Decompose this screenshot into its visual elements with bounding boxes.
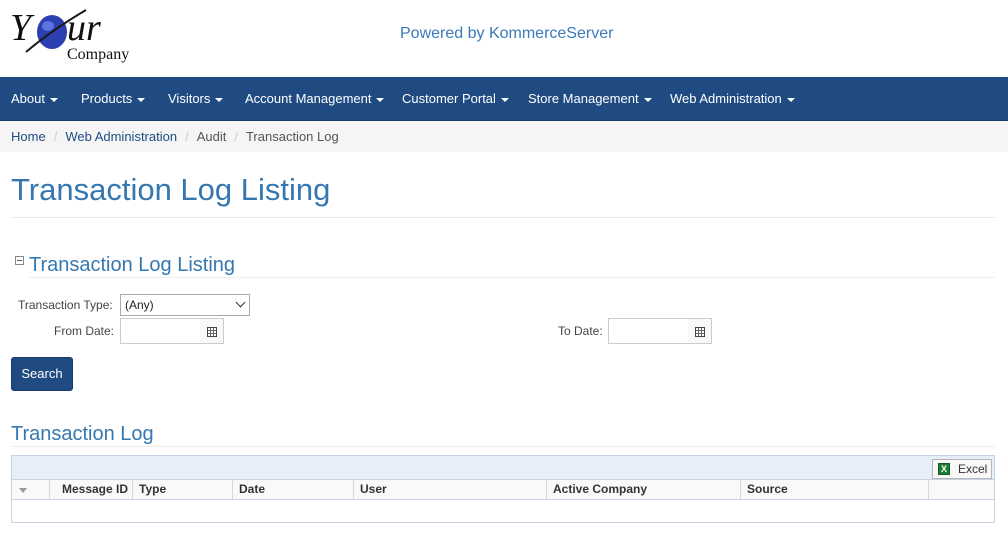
column-header-type[interactable]: Type [133,480,233,499]
breadcrumb-web-administration[interactable]: Web Administration [65,129,177,144]
chevron-down-icon [500,97,509,102]
nav-products[interactable]: Products [81,77,146,121]
nav-web-administration[interactable]: Web Administration [670,77,795,121]
transaction-log-title: Transaction Log [11,423,154,445]
nav-products-label: Products [81,91,133,106]
powered-by-text: Powered by KommerceServer [400,25,614,42]
excel-export-button[interactable]: Excel [932,459,992,479]
to-date-label: To Date: [558,324,603,338]
divider [11,446,995,447]
column-header-spacer [929,480,994,499]
divider [11,217,995,218]
chevron-down-icon [49,97,58,102]
from-date-calendar-button[interactable] [200,318,224,344]
page-title: Transaction Log Listing [11,172,331,207]
calendar-icon [207,327,217,337]
nav-store-management[interactable]: Store Management [528,77,652,121]
nav-customer-portal[interactable]: Customer Portal [402,77,509,121]
breadcrumb-separator: / [53,129,58,144]
nav-account-management[interactable]: Account Management [245,77,385,121]
to-date-calendar-button[interactable] [688,318,712,344]
excel-icon [938,462,950,476]
nav-visitors[interactable]: Visitors [168,77,224,121]
breadcrumb-separator: / [185,129,189,144]
search-button[interactable]: Search [11,357,73,391]
grid-toolbar: Excel [12,456,994,480]
column-header-message-id[interactable]: Message ID [50,480,133,499]
chevron-down-icon [643,97,652,102]
breadcrumb: Home / Web Administration / Audit / Transactio… [0,121,1008,152]
breadcrumb-transaction-log: Transaction Log [245,129,339,144]
breadcrumb-audit: Audit [196,129,227,144]
chevron-down-icon [235,297,246,308]
column-header-user[interactable]: User [354,480,547,499]
logo-text-ur: ur [67,7,101,49]
transaction-type-value: (Any) [125,298,154,312]
nav-about[interactable]: About [11,77,58,121]
filter-section-title: Transaction Log Listing [29,254,236,276]
logo-company-text: Company [67,46,130,63]
transaction-type-label: Transaction Type: [18,298,113,312]
transaction-log-grid: Excel Message ID Type Date User Active C… [11,455,995,523]
nav-visitors-label: Visitors [168,91,211,106]
collapse-icon[interactable] [15,256,24,265]
calendar-icon [695,327,705,337]
chevron-down-icon [215,97,224,102]
logo-text-y: Y [10,7,35,49]
chevron-down-icon [376,97,385,102]
breadcrumb-separator: / [234,129,238,144]
nav-customer-portal-label: Customer Portal [402,91,496,106]
column-header-date[interactable]: Date [233,480,354,499]
site-header: Y ur Company Powered by KommerceServer [0,0,1008,77]
column-header-source[interactable]: Source [741,480,929,499]
sort-down-icon [19,488,27,493]
column-header-active-company[interactable]: Active Company [547,480,741,499]
nav-account-management-label: Account Management [245,91,372,106]
chevron-down-icon [786,97,795,102]
nav-store-management-label: Store Management [528,91,639,106]
transaction-type-select[interactable]: (Any) [120,294,250,316]
column-menu[interactable] [12,480,50,499]
divider [29,277,995,278]
grid-header-row: Message ID Type Date User Active Company… [12,480,994,500]
main-navbar: About Products Visitors Account Manageme… [0,77,1008,121]
chevron-down-icon [137,97,146,102]
breadcrumb-home[interactable]: Home [11,129,46,144]
nav-web-administration-label: Web Administration [670,91,782,106]
from-date-label: From Date: [54,324,115,338]
grid-body-empty [12,500,994,522]
to-date-input[interactable] [608,318,689,344]
nav-about-label: About [11,91,45,106]
company-logo[interactable]: Y ur Company [10,2,150,68]
excel-label: Excel [958,462,988,476]
from-date-input[interactable] [120,318,201,344]
